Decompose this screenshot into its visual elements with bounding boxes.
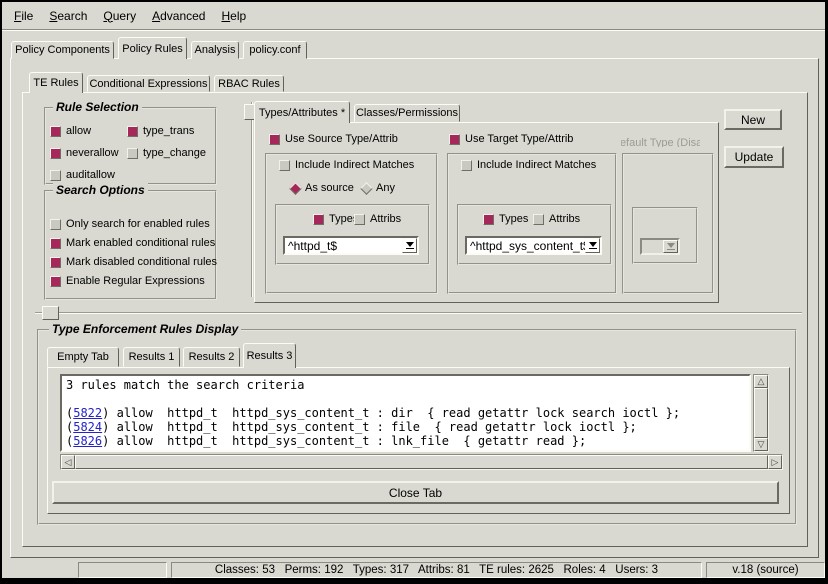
results-summary: 3 rules match the search criteria [66, 378, 745, 392]
scroll-left-icon[interactable]: ◁ [61, 455, 75, 469]
results-hscrollbar[interactable]: ◁ ▷ [60, 454, 783, 470]
close-tab-button[interactable]: Close Tab [52, 481, 779, 504]
rule-link-5826[interactable]: 5826 [73, 434, 102, 448]
results-vscrollbar[interactable]: △ ▽ [753, 374, 769, 452]
rule-line: (5822) allow httpd_t httpd_sys_content_t… [66, 406, 745, 420]
rule-link-5824[interactable]: 5824 [73, 420, 102, 434]
scroll-down-icon[interactable]: ▽ [754, 438, 768, 451]
results-blank-line [66, 392, 745, 406]
apol-window: File Search Query Advanced Help Policy C… [0, 0, 828, 584]
results-textarea[interactable]: 3 rules match the search criteria (5822)… [60, 374, 751, 452]
close-tab-button-label: Close Tab [389, 486, 442, 500]
te-rules-content: Rule Selection allow type_trans neverall… [2, 2, 828, 584]
scroll-up-icon[interactable]: △ [754, 375, 768, 388]
rule-link-5822[interactable]: 5822 [73, 406, 102, 420]
vscroll-thumb[interactable] [754, 388, 768, 438]
rule-line: (5826) allow httpd_t httpd_sys_content_t… [66, 434, 745, 448]
results-content: 3 rules match the search criteria (5822)… [2, 2, 828, 584]
scroll-right-icon[interactable]: ▷ [768, 455, 782, 469]
hscroll-thumb[interactable] [75, 455, 768, 469]
rule-line: (5824) allow httpd_t httpd_sys_content_t… [66, 420, 745, 434]
